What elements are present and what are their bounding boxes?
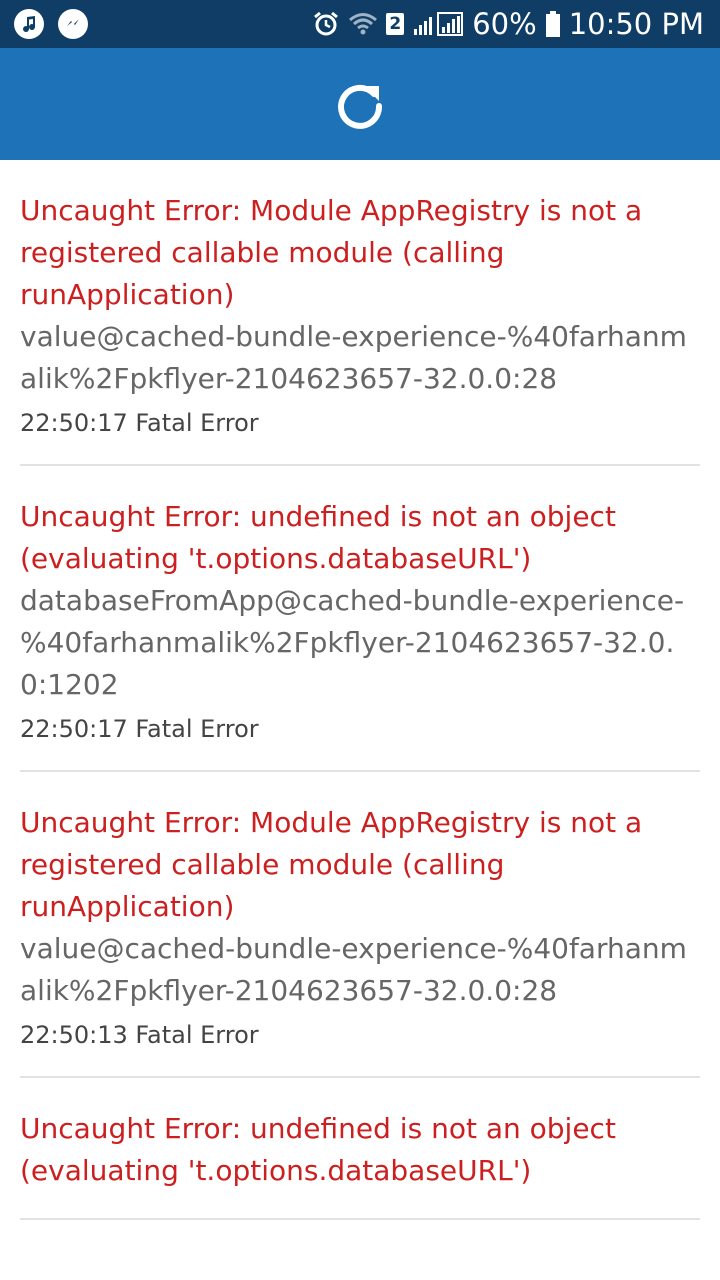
status-bar-right: 2 60% 10:50 PM: [312, 0, 704, 48]
status-bar: 2 60% 10:50 PM: [0, 0, 720, 48]
stack-frame: value@cached-bundle-experience-%40farhan…: [20, 320, 687, 395]
error-message: Uncaught Error: Module AppRegistry is no…: [20, 806, 643, 923]
alarm-icon: [312, 10, 340, 38]
sim-badge: 2: [386, 13, 405, 35]
wifi-icon: [348, 11, 378, 37]
battery-icon: [545, 10, 561, 38]
reload-icon: [338, 84, 383, 129]
clock: 10:50 PM: [568, 7, 704, 41]
error-message: Uncaught Error: undefined is not an obje…: [20, 1112, 616, 1187]
error-log-list: Uncaught Error: Module AppRegistry is no…: [0, 160, 720, 1258]
log-entry[interactable]: Uncaught Error: Module AppRegistry is no…: [20, 772, 700, 1078]
cell-signal-icon: [412, 11, 464, 37]
log-entry[interactable]: Uncaught Error: undefined is not an obje…: [20, 466, 700, 772]
status-bar-left: [14, 9, 88, 39]
error-message: Uncaught Error: Module AppRegistry is no…: [20, 194, 643, 311]
stack-frame: value@cached-bundle-experience-%40farhan…: [20, 932, 687, 1007]
error-message: Uncaught Error: undefined is not an obje…: [20, 500, 616, 575]
log-entry[interactable]: Uncaught Error: undefined is not an obje…: [20, 1078, 700, 1220]
error-timestamp: 22:50:13 Fatal Error: [20, 1021, 259, 1049]
log-entry[interactable]: Uncaught Error: Module AppRegistry is no…: [20, 160, 700, 466]
stack-frame: databaseFromApp@cached-bundle-experience…: [20, 584, 685, 701]
error-timestamp: 22:50:17 Fatal Error: [20, 715, 259, 743]
reload-button[interactable]: [334, 80, 386, 132]
toolbar: [0, 48, 720, 160]
messenger-icon: [58, 9, 88, 39]
music-note-icon: [14, 9, 44, 39]
error-timestamp: 22:50:17 Fatal Error: [20, 409, 259, 437]
battery-percent: 60%: [472, 7, 537, 41]
